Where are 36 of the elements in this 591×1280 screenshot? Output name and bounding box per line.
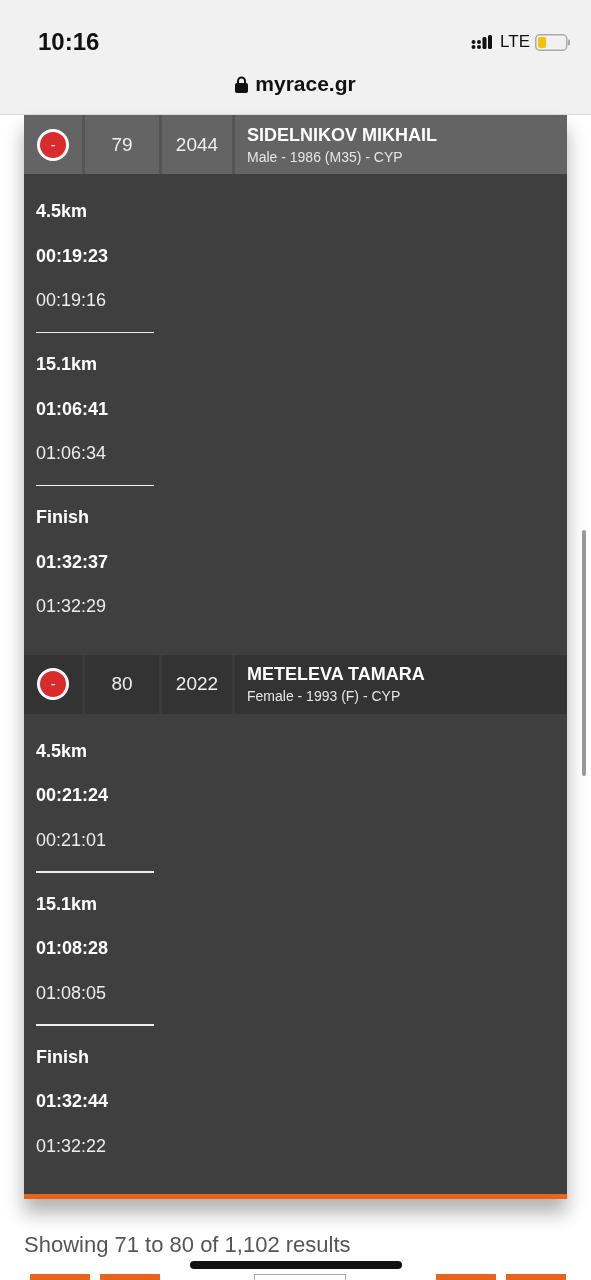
athlete-details: Male - 1986 (M35) - CYP [247,148,403,165]
split-time: 01:32:29 [36,595,107,618]
split-time: 01:32:22 [36,1134,107,1158]
athlete-details: Female - 1993 (F) - CYP [247,688,401,704]
athlete-name: METELEVA TAMARA [247,664,425,685]
lock-icon [235,75,249,93]
split-label: Finish [36,1045,89,1069]
clock-time: 10:16 [38,28,100,56]
collapse-button[interactable]: - [37,128,69,161]
split-label: 4.5km [36,200,88,223]
network-label: LTE [500,32,530,52]
split-label: 15.1km [36,353,98,376]
row-header[interactable]: - [24,654,82,714]
split-label: Finish [36,506,89,529]
split-label: 4.5km [36,739,88,763]
split-time: 01:08:28 [36,937,109,960]
split-time: 01:08:05 [36,981,107,1005]
results-summary: Showing 71 to 80 of 1,102 results [24,1232,351,1258]
split-time: 01:06:41 [36,397,109,421]
split-label: 15.1km [36,892,98,916]
rank-cell: 79 [85,115,159,174]
row-header[interactable]: - [24,115,82,174]
collapse-button[interactable]: - [37,668,69,700]
athlete-name: SIDELNIKOV MIKHAIL [247,124,437,146]
split-time: 01:32:37 [36,550,109,574]
bib-cell: 2022 [162,654,232,714]
split-time: 00:19:23 [36,244,109,268]
split-time: 01:06:34 [36,442,107,465]
rank-cell: 80 [85,654,159,714]
bib-cell: 2044 [162,115,232,174]
split-time: 00:21:24 [36,784,109,807]
address-text[interactable]: myrace.gr [255,72,356,96]
split-time: 00:21:01 [36,828,107,852]
battery-icon [535,33,571,51]
split-time: 01:32:44 [36,1090,109,1113]
split-time: 00:19:16 [36,289,107,312]
